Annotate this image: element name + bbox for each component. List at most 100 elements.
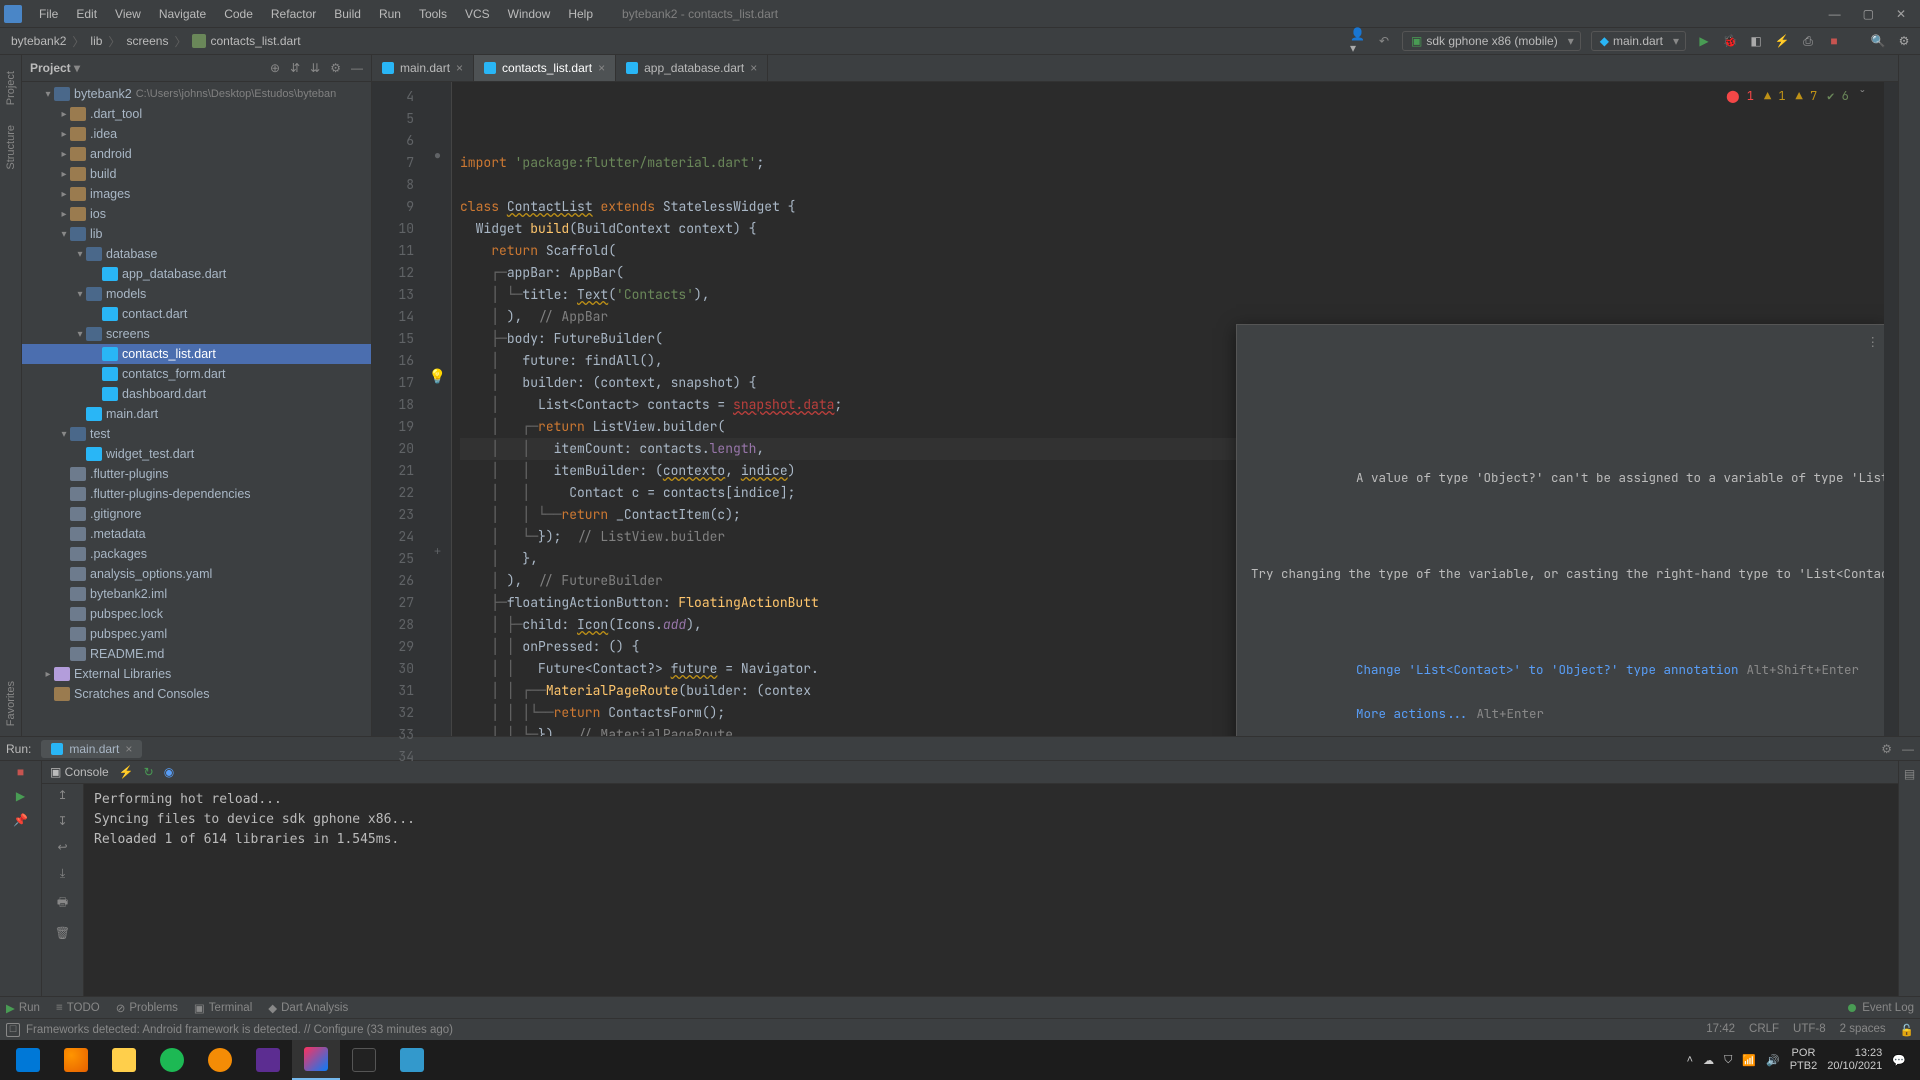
tree-node[interactable]: .metadata (22, 524, 371, 544)
layout-icon[interactable]: ▤ (1904, 767, 1915, 781)
intellij-taskbar-icon[interactable] (292, 1040, 340, 1080)
tree-arrow-icon[interactable] (74, 329, 86, 340)
tree-node[interactable]: main.dart (22, 404, 371, 424)
tree-arrow-icon[interactable] (74, 289, 86, 300)
todo-tool-tab[interactable]: ≡ TODO (56, 1002, 100, 1014)
tree-node[interactable]: dashboard.dart (22, 384, 371, 404)
minimize-icon[interactable]: — (1829, 7, 1841, 21)
tree-node[interactable]: contacts_list.dart (22, 344, 371, 364)
tree-arrow-icon[interactable] (58, 429, 70, 440)
inspection-summary[interactable]: ⬤ 1 ▲ 1 ▲ 7 ✔ 6 ˇ (1726, 85, 1866, 107)
tree-node[interactable]: models (22, 284, 371, 304)
editor-tab[interactable]: main.dart× (372, 55, 474, 81)
tree-arrow-icon[interactable] (42, 89, 54, 100)
settings-icon[interactable]: ⚙ (1896, 33, 1912, 49)
tree-node[interactable]: .dart_tool (22, 104, 371, 124)
line-separator[interactable]: CRLF (1749, 1023, 1779, 1037)
spotify-taskbar-icon[interactable] (148, 1040, 196, 1080)
close-tab-icon[interactable]: × (125, 742, 132, 756)
language-indicator[interactable]: PORPTB2 (1790, 1047, 1818, 1073)
menu-build[interactable]: Build (325, 7, 370, 21)
dart-analysis-tool-tab[interactable]: ◆ Dart Analysis (268, 1001, 348, 1015)
tree-node[interactable]: README.md (22, 644, 371, 664)
caret-position[interactable]: 17:42 (1706, 1023, 1735, 1037)
tree-node[interactable]: bytebank2C:\Users\johns\Desktop\Estudos\… (22, 84, 371, 104)
stop-button[interactable]: ■ (17, 765, 24, 779)
menu-help[interactable]: Help (559, 7, 602, 21)
breadcrumb-segment[interactable]: screens (123, 34, 171, 48)
tree-node[interactable]: .idea (22, 124, 371, 144)
readonly-icon[interactable]: 🔓 (1900, 1023, 1914, 1037)
up-icon[interactable]: ↥ (57, 788, 67, 802)
tree-arrow-icon[interactable] (58, 189, 70, 200)
tree-node[interactable]: pubspec.yaml (22, 624, 371, 644)
console-tab[interactable]: ▣ Console (50, 765, 109, 779)
tree-node[interactable]: contact.dart (22, 304, 371, 324)
search-icon[interactable]: 🔍 (1870, 33, 1886, 49)
clear-icon[interactable]: 🗑 (55, 926, 70, 940)
tree-node[interactable]: analysis_options.yaml (22, 564, 371, 584)
tree-node[interactable]: Scratches and Consoles (22, 684, 371, 704)
restart-icon[interactable]: ↻ (144, 765, 154, 779)
editor-tab[interactable]: contacts_list.dart× (474, 55, 616, 81)
misc-taskbar-icon[interactable] (388, 1040, 436, 1080)
start-button[interactable] (4, 1040, 52, 1080)
gear-icon[interactable]: ⚙ (330, 61, 341, 75)
locate-icon[interactable]: ⊕ (270, 61, 280, 75)
volume-icon[interactable]: 🔊 (1766, 1054, 1780, 1067)
rerun-button[interactable]: ▶ (16, 789, 25, 803)
tree-arrow-icon[interactable] (74, 249, 86, 260)
menu-window[interactable]: Window (499, 7, 560, 21)
scroll-icon[interactable]: ⤓ (60, 866, 65, 881)
run-tab[interactable]: main.dart × (41, 740, 142, 758)
explorer-taskbar-icon[interactable] (100, 1040, 148, 1080)
coverage-icon[interactable]: ◧ (1748, 33, 1764, 49)
editor-gutter[interactable]: 4567891011121314151617181920212223242526… (372, 82, 424, 736)
tree-node[interactable]: widget_test.dart (22, 444, 371, 464)
tree-node[interactable]: pubspec.lock (22, 604, 371, 624)
favorites-tool-tab[interactable]: Favorites (5, 681, 17, 726)
close-tab-icon[interactable]: × (598, 61, 605, 75)
menu-navigate[interactable]: Navigate (150, 7, 215, 21)
inspection-strip[interactable] (1884, 82, 1898, 736)
breadcrumb-segment[interactable]: lib (87, 34, 105, 48)
run-icon[interactable]: ▶ (1696, 33, 1712, 49)
back-icon[interactable]: ↶ (1376, 33, 1392, 49)
stop-icon[interactable]: ■ (1826, 33, 1842, 49)
tree-node[interactable]: .packages (22, 544, 371, 564)
pin-icon[interactable]: 📌 (13, 813, 28, 827)
menu-refactor[interactable]: Refactor (262, 7, 325, 21)
menu-edit[interactable]: Edit (67, 7, 106, 21)
terminal-tool-tab[interactable]: ▣ Terminal (194, 1001, 252, 1015)
encoding[interactable]: UTF-8 (1793, 1023, 1826, 1037)
expand-icon[interactable]: ⇵ (290, 61, 300, 75)
reload-icon[interactable]: ⚡ (119, 765, 134, 779)
tree-arrow-icon[interactable] (58, 169, 70, 180)
status-icon[interactable]: ☐ (6, 1023, 20, 1037)
maximize-icon[interactable]: ▢ (1863, 7, 1874, 21)
menu-view[interactable]: View (106, 7, 150, 21)
menu-file[interactable]: File (30, 7, 67, 21)
tree-node[interactable]: contatcs_form.dart (22, 364, 371, 384)
console-output[interactable]: Performing hot reload...Syncing files to… (84, 784, 1898, 996)
terminal-taskbar-icon[interactable] (340, 1040, 388, 1080)
tree-node[interactable]: database (22, 244, 371, 264)
down-icon[interactable]: ↧ (57, 814, 67, 828)
tree-arrow-icon[interactable] (58, 149, 70, 160)
quickfix-more-actions[interactable]: More actions... (1356, 705, 1469, 722)
vscode-taskbar-icon[interactable] (244, 1040, 292, 1080)
tree-node[interactable]: android (22, 144, 371, 164)
tree-arrow-icon[interactable] (42, 669, 54, 680)
editor-tab[interactable]: app_database.dart× (616, 55, 768, 81)
indent[interactable]: 2 spaces (1840, 1023, 1886, 1037)
tree-arrow-icon[interactable] (58, 229, 70, 240)
structure-tool-tab[interactable]: Structure (5, 125, 17, 170)
tree-arrow-icon[interactable] (58, 209, 70, 220)
popup-menu-icon[interactable]: ⋮ (1867, 331, 1880, 353)
debug-icon[interactable]: 🐞 (1722, 33, 1738, 49)
clock[interactable]: 13:2320/10/2021 (1827, 1047, 1882, 1073)
intention-bulb-icon[interactable]: 💡 (424, 368, 451, 385)
hide-icon[interactable]: — (351, 61, 363, 75)
tree-arrow-icon[interactable] (58, 129, 70, 140)
tree-node[interactable]: lib (22, 224, 371, 244)
